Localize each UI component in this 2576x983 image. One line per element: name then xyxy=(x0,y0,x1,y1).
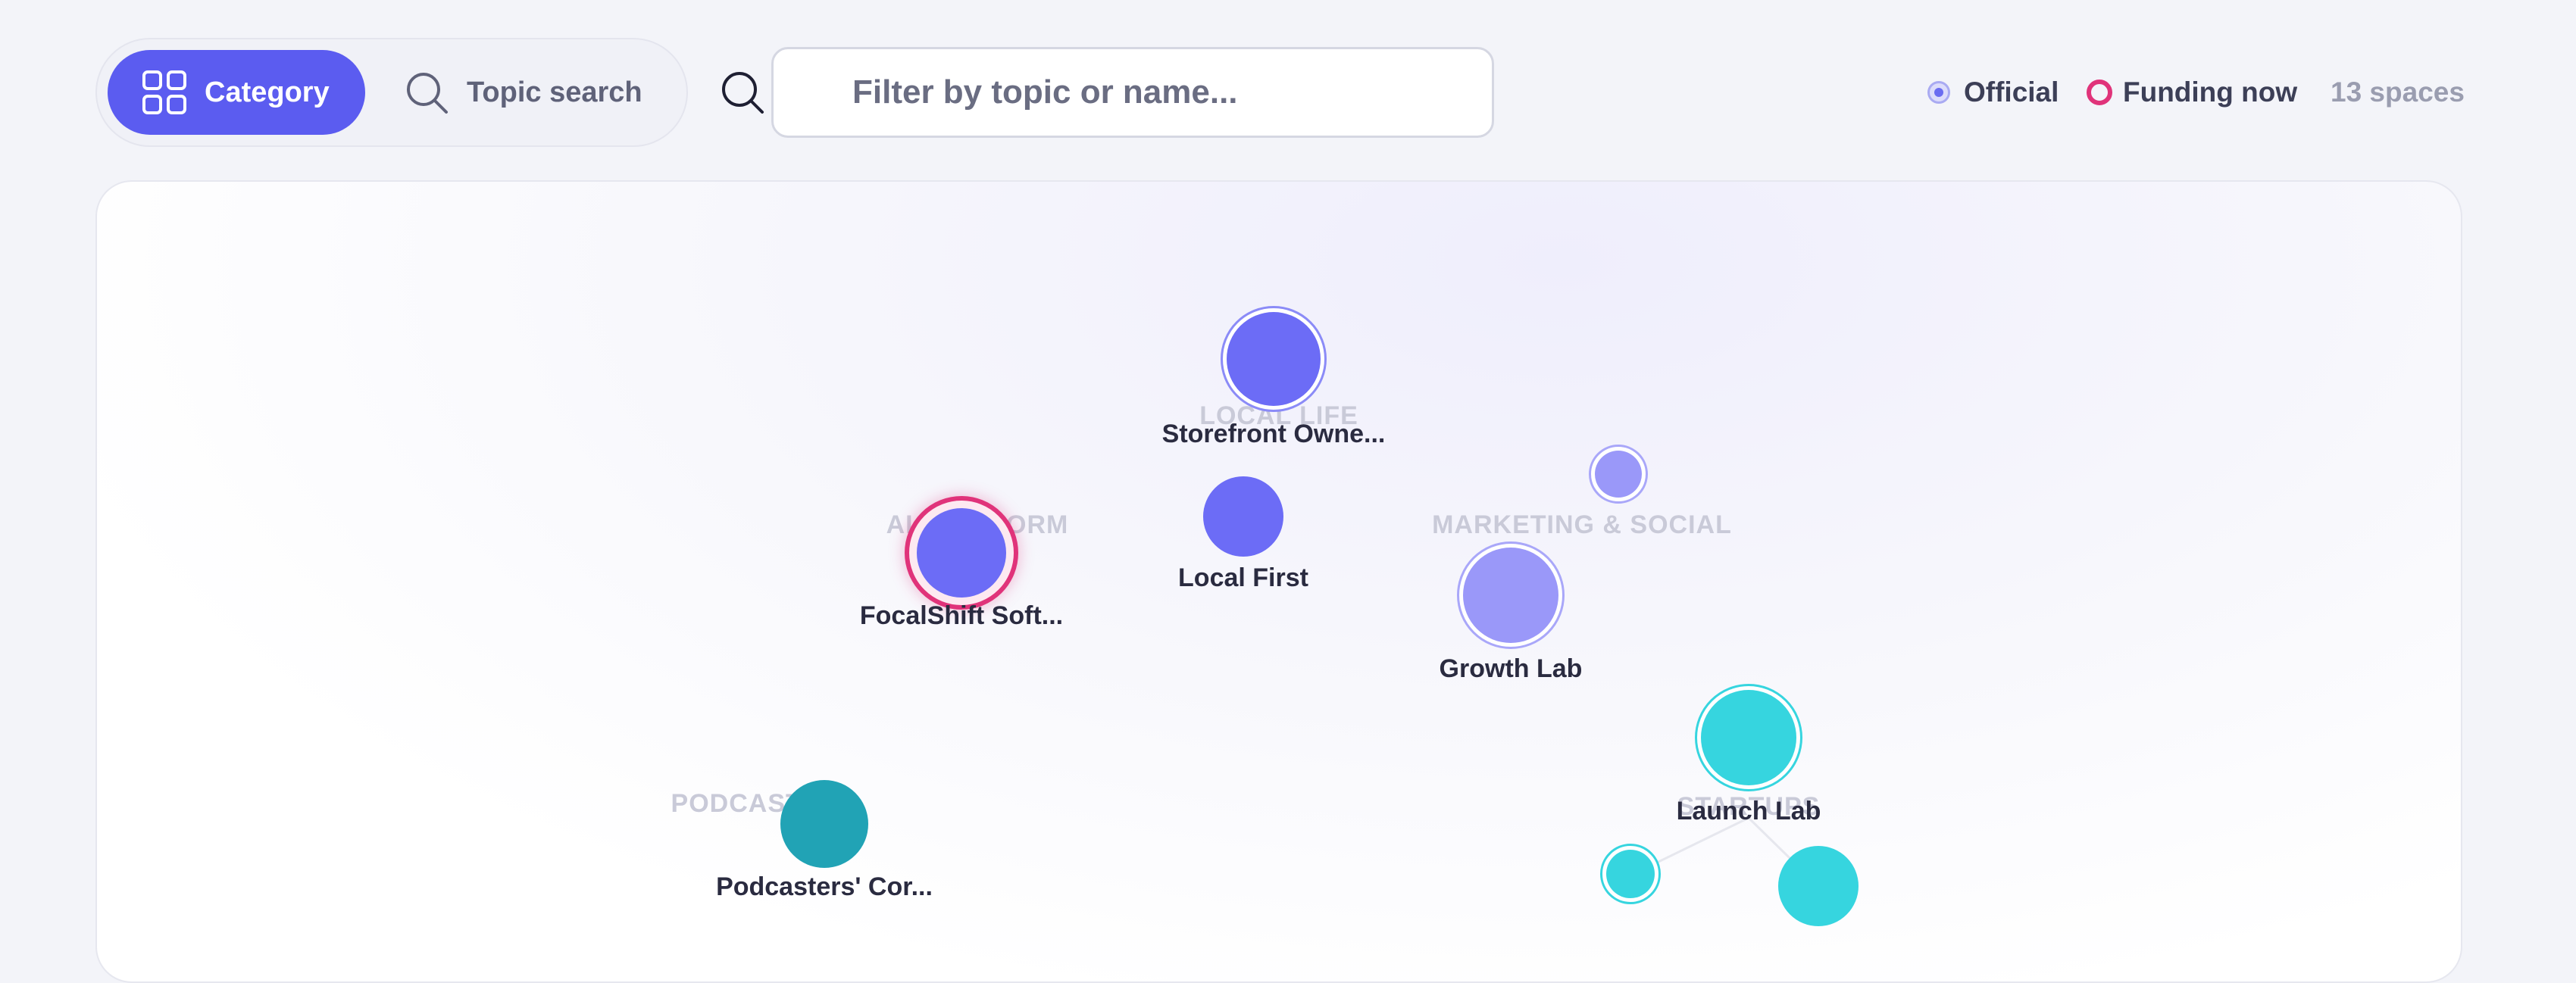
filter-input[interactable] xyxy=(771,47,1494,138)
topic-search-mode-label: Topic search xyxy=(467,76,642,108)
grid-icon xyxy=(141,69,188,116)
space-label: Local First xyxy=(1178,563,1308,592)
space-node-storefront-owners[interactable] xyxy=(1221,306,1327,412)
view-mode-toggle: Category Topic search xyxy=(95,38,688,147)
space-label: Growth Lab xyxy=(1439,654,1583,683)
legend-funding-label: Funding now xyxy=(2123,76,2298,108)
space-node-local-first[interactable] xyxy=(1203,476,1283,557)
category-map[interactable]: LOCAL LIFE AI PLATFORM MARKETING & SOCIA… xyxy=(95,180,2462,983)
toolbar: Category Topic search Official Funding n… xyxy=(0,0,2576,182)
space-node-startups-small[interactable] xyxy=(1600,844,1661,904)
space-label: Podcasters' Cor... xyxy=(716,872,933,901)
space-node-marketing-small[interactable] xyxy=(1589,445,1648,504)
official-dot-icon xyxy=(1927,81,1950,104)
search-icon xyxy=(403,69,450,116)
topic-search-mode-button[interactable]: Topic search xyxy=(403,50,676,135)
legend-funding: Funding now xyxy=(2087,70,2297,115)
category-mode-button[interactable]: Category xyxy=(108,50,365,135)
space-node-growth-lab[interactable] xyxy=(1457,541,1565,649)
funding-ring-icon xyxy=(2087,80,2112,105)
space-node-startups-medium[interactable] xyxy=(1778,846,1859,926)
search-icon xyxy=(720,70,767,117)
group-label-marketing-social: MARKETING & SOCIAL xyxy=(1432,510,1732,539)
space-count-label: 13 spaces xyxy=(2331,76,2465,108)
category-mode-label: Category xyxy=(205,76,330,108)
legend-official: Official xyxy=(1927,70,2059,115)
space-label: Launch Lab xyxy=(1676,797,1821,825)
space-label: Storefront Owne... xyxy=(1161,420,1386,448)
space-node-focalshift-software[interactable] xyxy=(905,496,1018,610)
space-label: FocalShift Soft... xyxy=(859,601,1064,630)
space-node-launch-lab[interactable] xyxy=(1695,684,1802,791)
space-node-podcasters-corner[interactable] xyxy=(780,780,868,868)
legend-official-label: Official xyxy=(1964,76,2059,108)
space-count: 13 spaces xyxy=(2331,70,2465,115)
